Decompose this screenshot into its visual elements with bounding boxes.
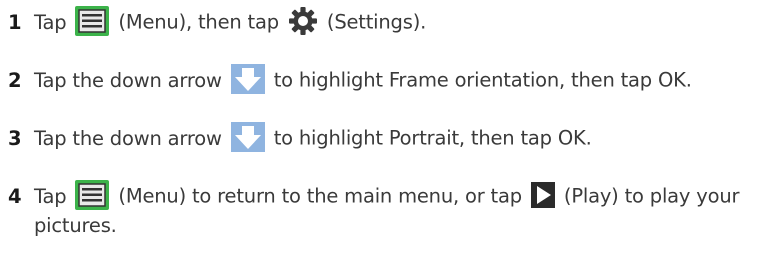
down-arrow-icon [230, 64, 265, 94]
step-text: to highlight Frame orientation, then tap… [273, 68, 692, 92]
step-text: Tap [34, 10, 67, 34]
instruction-document: 1 Tap (Menu), then tap (Settings). 2 Tap t… [0, 0, 778, 260]
step-text: (Play) to play your [563, 184, 740, 208]
gear-icon [288, 7, 317, 35]
step-2: 2 Tap the down arrow to highlight Frame o… [8, 64, 692, 96]
step-text: (Settings). [326, 10, 427, 34]
step-number: 2 [8, 68, 22, 92]
step-3: 3 Tap the down arrow to highlight Portrai… [8, 122, 592, 154]
step-text: Tap the down arrow [34, 68, 222, 92]
step-number: 4 [8, 184, 22, 208]
step-1: 1 Tap (Menu), then tap (Settings). [8, 6, 427, 38]
step-text: to highlight Portrait, then tap OK. [273, 126, 592, 150]
play-icon [530, 182, 555, 208]
menu-icon [75, 180, 110, 210]
step-4: 4 Tap (Menu) to return to the main menu, … [8, 180, 740, 212]
step-text: Tap the down arrow [34, 126, 222, 150]
down-arrow-icon [230, 122, 265, 152]
step-text: Tap [34, 184, 67, 208]
step-4-continuation: pictures. [34, 214, 117, 237]
step-text: (Menu) to return to the main menu, or ta… [118, 184, 522, 208]
menu-icon [75, 6, 110, 36]
step-number: 3 [8, 126, 22, 150]
step-text: (Menu), then tap [118, 10, 279, 34]
step-number: 1 [8, 10, 22, 34]
